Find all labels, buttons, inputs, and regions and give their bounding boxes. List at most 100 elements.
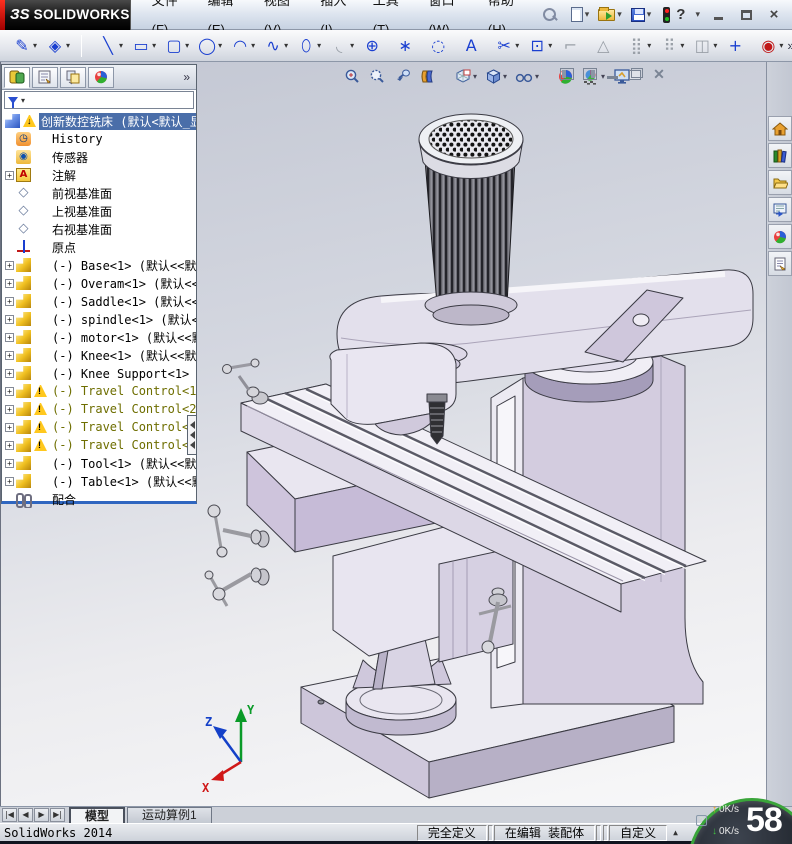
tree-item[interactable]: + ! (-) Travel Control<4> ( [4,436,196,454]
tree-item[interactable]: + ! (-) motor<1> (默认<<默认>_ [4,328,196,346]
spline[interactable]: ∿ ▾ [260,33,291,59]
tree-root-item[interactable]: ↓ 创新数控铣床 (默认<默认_显 [4,112,196,130]
tree-item[interactable]: + ◇ ! 右视基准面 [4,220,196,238]
document-tab[interactable]: 模型 [69,807,126,823]
selection-box[interactable]: ◌ ▾ [425,33,456,59]
panel-overflow-chevron[interactable]: » [183,70,190,84]
net-speed-overlay[interactable]: ↑ 0K/s ? ↓ 0K/s 58 [686,796,792,844]
tab-dimxpert-manager[interactable] [88,66,114,88]
tree-expander[interactable]: + [5,170,14,180]
dropdown-caret[interactable]: ▾ [317,41,321,50]
tree-expander[interactable]: + [5,404,14,414]
collapse-right-pane-button[interactable] [583,68,597,80]
home-button[interactable] [768,116,792,141]
hide-show-items-button[interactable]: ▾ [512,66,542,87]
minimize-button[interactable] [708,7,728,23]
dropdown-caret[interactable]: ▾ [185,41,189,50]
zoom-to-area-button[interactable] [366,66,389,87]
file-explorer-button[interactable] [768,170,792,195]
dropdown-caret[interactable]: ▾ [251,41,255,50]
tree-item[interactable]: + ! 原点 [4,238,196,256]
view-orientation-button[interactable]: ▾ [451,66,480,87]
move-entities[interactable]: ⠿ ▾ [656,33,687,59]
quick-snaps[interactable]: + ▾ [722,33,753,59]
tree-item[interactable]: + ! (-) spindle<1> (默认<<默认 [4,310,196,328]
dropdown-caret[interactable]: ▾ [647,41,651,50]
tree-item[interactable]: + ! (-) Table<1> (默认<<默认>_ [4,472,196,490]
point[interactable]: ⊕ ▾ [359,33,390,59]
tree-expander[interactable]: + [5,368,14,378]
design-library-button[interactable] [768,143,792,168]
custom-toolbar-badge[interactable]: 自定义 [609,824,668,841]
tree-item[interactable]: + ! (-) Knee<1> (默认<<默认>_显 [4,346,196,364]
open-document-button[interactable]: ▾ [595,6,625,24]
tab-feature-tree[interactable] [4,66,30,88]
maximize-button[interactable] [736,7,756,23]
tree-item[interactable]: + A ! 注解 [4,166,196,184]
sketch-alert[interactable]: △ ▾ [590,33,621,59]
tree-item[interactable]: + ! (-) Knee Support<1> (默认< [4,364,196,382]
linear-pattern[interactable]: ⣿ ▾ [623,33,654,59]
dropdown-caret[interactable]: ▾ [680,41,684,50]
line[interactable]: ╲ ▾ [95,33,126,59]
dropdown-caret[interactable]: ▾ [779,41,783,50]
tab-configuration-manager[interactable] [60,66,86,88]
tree-expander[interactable]: + [5,476,14,486]
help-button[interactable]: ? [676,6,685,23]
tree-item[interactable]: + ◉ ! 传感器 [4,148,196,166]
tree-expander[interactable]: + [5,296,14,306]
document-minimize-button[interactable] [606,68,620,80]
dropdown-caret[interactable]: ▾ [284,41,288,50]
sketch-fillet[interactable]: ◟ ▾ [326,33,357,59]
display-style-button[interactable]: ▾ [482,66,510,87]
tree-expander[interactable]: + [5,332,14,342]
text[interactable]: A ▾ [458,33,489,59]
tab-property-manager[interactable] [32,66,58,88]
tree-expander[interactable]: + [5,458,14,468]
tree-item[interactable]: + ! (-) Travel Control<2> ( [4,400,196,418]
appearances-button[interactable] [768,224,792,249]
smart-dimension[interactable]: ◈ ▾ [42,33,73,59]
dropdown-caret[interactable]: ▾ [548,41,552,50]
dropdown-caret[interactable]: ▾ [119,41,123,50]
tree-expander[interactable]: + [5,386,14,396]
tab-nav-button[interactable]: ◀ [18,808,33,822]
tree-item[interactable]: + ! (-) Travel Control<1> ( [4,382,196,400]
document-restore-button[interactable] [629,68,643,80]
tree-item[interactable]: + ◷ ! History [4,130,196,148]
spindle-head[interactable] [329,342,468,436]
dropdown-caret[interactable]: ▾ [713,41,717,50]
view-palette-button[interactable] [768,197,792,222]
tree-item[interactable]: + ! (-) Travel Control<3> ( [4,418,196,436]
toolbar-overflow-chevron[interactable]: » [787,38,792,53]
straight-slot[interactable]: ▢ ▾ [161,33,192,59]
ellipse[interactable]: ⬯ ▾ [293,33,324,59]
tree-item[interactable]: + ! (-) Tool<1> (默认<<默认>_显 [4,454,196,472]
tree-expander[interactable]: + [5,350,14,360]
dropdown-caret[interactable]: ▾ [152,41,156,50]
dropdown-caret[interactable]: ▾ [515,41,519,50]
tree-item[interactable]: + ! 配合 [4,490,196,508]
tree-expander[interactable]: + [5,278,14,288]
new-document-button[interactable]: ▾ [568,4,593,25]
arc[interactable]: ◠ ▾ [227,33,258,59]
dropdown-caret[interactable]: ▾ [218,41,222,50]
offset-entities[interactable]: ⌐ ▾ [557,33,588,59]
collapse-left-pane-button[interactable] [560,68,574,80]
tree-item[interactable]: + ! (-) Saddle<1> (默认<<默认> [4,292,196,310]
status-expand-arrow[interactable]: ▲ [673,828,678,837]
tree-expander[interactable]: + [5,314,14,324]
saddle-crank-lower[interactable] [204,567,270,607]
save-button[interactable]: ▾ [628,5,655,25]
tree-filter-box[interactable]: ▾ [4,91,194,109]
circle[interactable]: ◯ ▾ [194,33,225,59]
display-relations[interactable]: ∗ ▾ [392,33,423,59]
convert-entities[interactable]: ⊡ ▾ [524,33,555,59]
custom-properties-button[interactable] [768,251,792,276]
table-crank-handle[interactable] [222,358,269,405]
tree-expander[interactable]: + [5,260,14,270]
tab-nav-button[interactable]: ▶ [34,808,49,822]
tree-item[interactable]: + ◇ ! 前视基准面 [4,184,196,202]
tab-nav-button[interactable]: |◀ [2,808,17,822]
zoom-to-fit-button[interactable] [341,66,364,87]
